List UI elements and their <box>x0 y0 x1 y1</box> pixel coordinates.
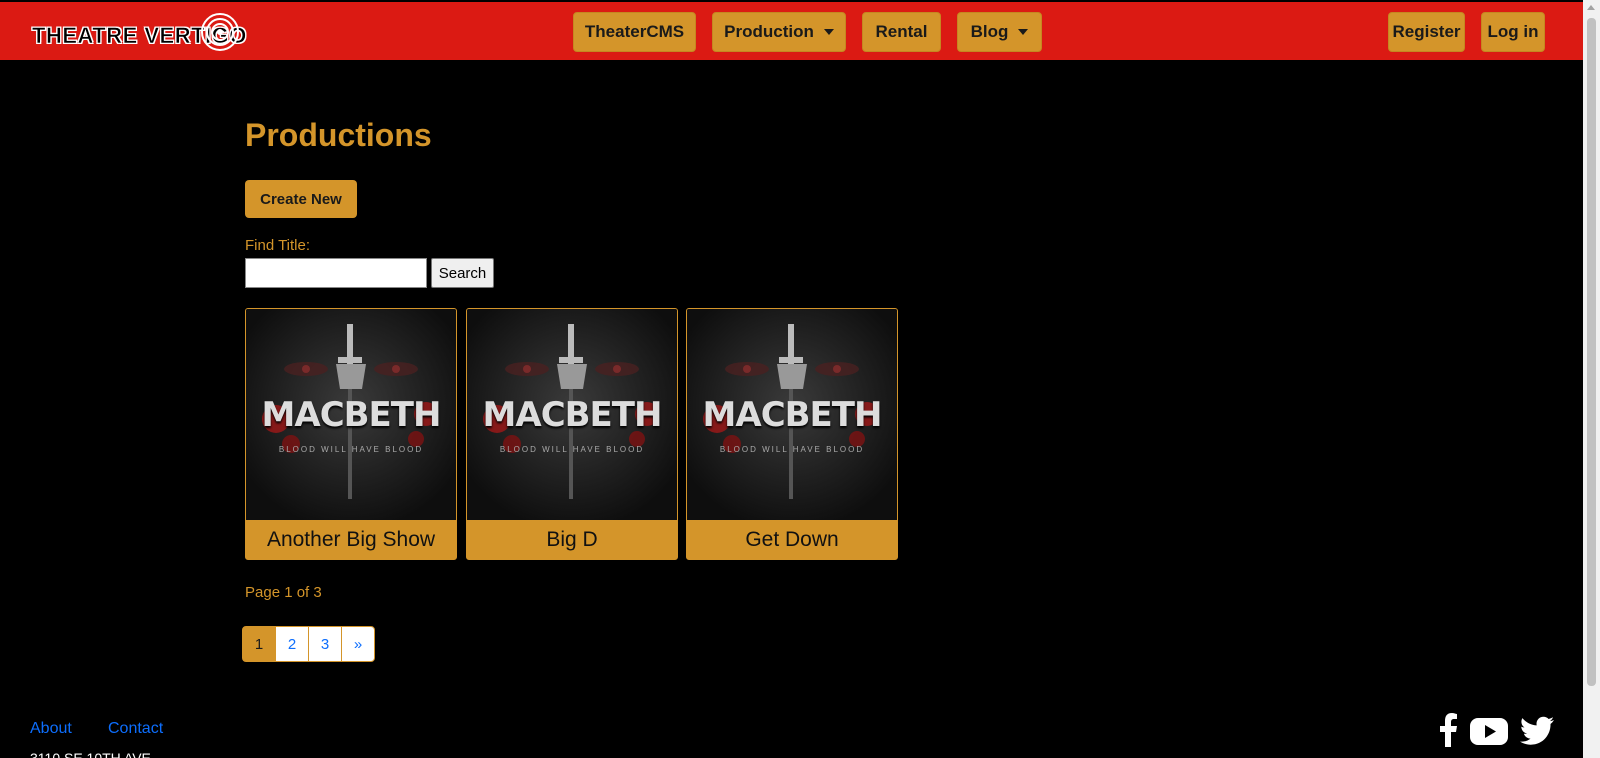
youtube-icon[interactable] <box>1470 718 1508 745</box>
nav-blog-label: Blog <box>970 22 1009 41</box>
poster-tagline: BLOOD WILL HAVE BLOOD <box>719 445 865 454</box>
search-input[interactable] <box>245 258 427 288</box>
find-title-label: Find Title: <box>245 237 311 254</box>
nav-rental[interactable]: Rental <box>862 12 941 52</box>
login-label: Log in <box>1487 22 1539 41</box>
site-logo[interactable]: THEATRE VERTIGO <box>30 12 247 52</box>
nav-rental-label: Rental <box>875 22 928 41</box>
search-button[interactable]: Search <box>431 258 494 288</box>
page-link-3[interactable]: 3 <box>308 626 342 662</box>
production-poster: MACBETH BLOOD WILL HAVE BLOOD <box>246 309 456 520</box>
chevron-down-icon <box>1018 29 1029 35</box>
production-title[interactable]: Get Down <box>687 520 897 559</box>
page-info: Page 1 of 3 <box>245 584 322 601</box>
production-poster: MACBETH BLOOD WILL HAVE BLOOD <box>467 309 677 520</box>
nav-theatercms[interactable]: TheaterCMS <box>573 12 696 52</box>
production-card[interactable]: MACBETH BLOOD WILL HAVE BLOOD Another Bi… <box>245 308 457 560</box>
footer-about-link[interactable]: About <box>30 720 72 738</box>
production-title[interactable]: Another Big Show <box>246 520 456 559</box>
footer-address: 3110 SE 10TH AVE <box>30 750 151 758</box>
nav-blog-dropdown[interactable]: Blog <box>957 12 1042 52</box>
page-link-2[interactable]: 2 <box>275 626 309 662</box>
poster-title: MACBETH <box>482 395 663 435</box>
create-new-button[interactable]: Create New <box>245 180 357 218</box>
navbar: THEATRE VERTIGO TheaterCMS Production Re… <box>0 2 1583 60</box>
nav-theatercms-label: TheaterCMS <box>584 22 685 41</box>
login-button[interactable]: Log in <box>1481 12 1545 52</box>
facebook-icon[interactable] <box>1437 713 1459 747</box>
twitter-icon[interactable] <box>1520 716 1554 746</box>
production-card[interactable]: MACBETH BLOOD WILL HAVE BLOOD Big D <box>466 308 678 560</box>
nav-production-dropdown[interactable]: Production <box>712 12 846 52</box>
register-label: Register <box>1392 22 1461 41</box>
chevron-down-icon <box>823 29 834 35</box>
scrollbar-thumb[interactable] <box>1587 18 1596 686</box>
production-card[interactable]: MACBETH BLOOD WILL HAVE BLOOD Get Down <box>686 308 898 560</box>
page: THEATRE VERTIGO TheaterCMS Production Re… <box>0 0 1600 758</box>
page-link-next[interactable]: » <box>341 626 375 662</box>
production-poster: MACBETH BLOOD WILL HAVE BLOOD <box>687 309 897 520</box>
production-title[interactable]: Big D <box>467 520 677 559</box>
logo-swirl-icon <box>201 13 239 51</box>
poster-title: MACBETH <box>261 395 442 435</box>
pagination: 1 2 3 » <box>242 626 375 662</box>
poster-tagline: BLOOD WILL HAVE BLOOD <box>499 445 645 454</box>
poster-title: MACBETH <box>702 395 883 435</box>
footer-contact-link[interactable]: Contact <box>108 720 163 738</box>
poster-tagline: BLOOD WILL HAVE BLOOD <box>278 445 424 454</box>
scroll-up-icon[interactable] <box>1587 5 1595 10</box>
page-link-1[interactable]: 1 <box>242 626 276 662</box>
nav-production-label: Production <box>724 22 814 41</box>
register-button[interactable]: Register <box>1388 12 1465 52</box>
page-title: Productions <box>245 117 432 153</box>
vertical-scrollbar[interactable] <box>1583 0 1600 758</box>
